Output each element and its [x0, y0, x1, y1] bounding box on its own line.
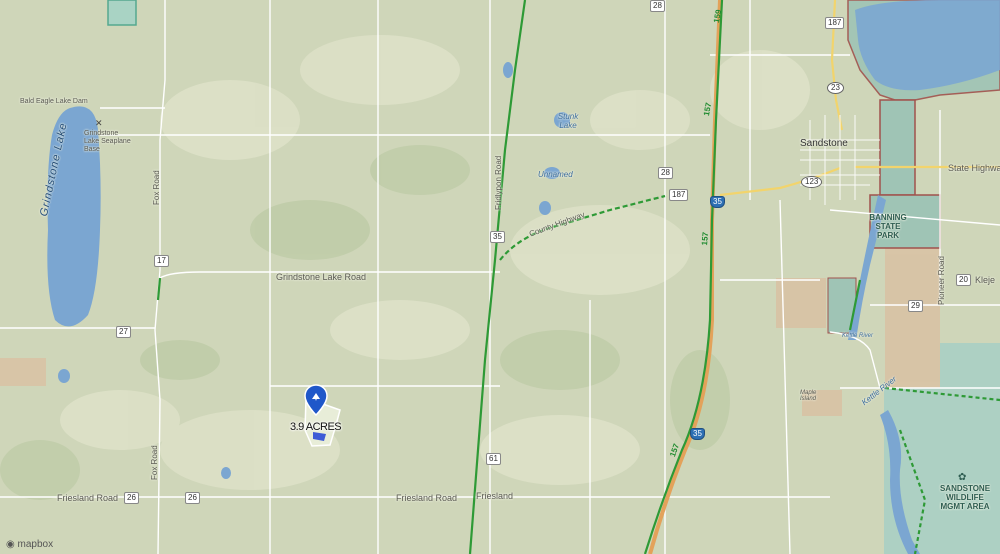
- label-grindstone-lake-road: Grindstone Lake Road: [276, 272, 367, 282]
- shield-route-35-west: 35: [490, 231, 505, 243]
- shield-interstate-35-north: 35: [710, 196, 725, 208]
- shield-route-29: 29: [908, 300, 923, 312]
- wildlife-area-icon: ✿: [958, 472, 967, 483]
- shield-route-26-west: 26: [124, 492, 139, 504]
- shield-route-26-east: 26: [185, 492, 200, 504]
- property-acreage-label: 3.9 ACRES: [290, 421, 342, 433]
- shield-route-187-top: 187: [825, 17, 845, 29]
- label-maple-island: Maple Island: [800, 390, 817, 402]
- town-grid: [800, 115, 880, 205]
- label-sandstone-wildlife-mgmt-area: SANDSTONE WILDLIFE MGMT AREA: [939, 484, 991, 511]
- label-bald-eagle-lake-dam: Bald Eagle Lake Dam: [20, 98, 88, 105]
- shield-route-23: 23: [827, 82, 844, 94]
- shield-route-28-mid: 28: [658, 167, 673, 179]
- label-pioneer-road: Pioneer Road: [937, 256, 946, 305]
- property-location-pin-icon[interactable]: [304, 384, 328, 416]
- seaplane-icon: ✕: [95, 118, 103, 128]
- label-fridlypon-road: Fridlypon Road: [494, 155, 503, 210]
- label-sandstone: Sandstone: [800, 138, 848, 149]
- label-friesland-road-west: Friesland Road: [57, 493, 119, 503]
- mapbox-logo-icon: ◉: [6, 539, 15, 550]
- shield-route-20: 20: [956, 274, 971, 286]
- trail-label-157-mid: 157: [700, 231, 711, 246]
- shield-route-28-top: 28: [650, 0, 665, 12]
- label-unnamed-lake: Unnamed: [538, 170, 573, 179]
- label-banning-state-park: BANNING STATE PARK: [869, 213, 907, 240]
- shield-route-17: 17: [154, 255, 169, 267]
- label-stunk-lake: Stunk Lake: [557, 112, 579, 130]
- shield-route-27: 27: [116, 326, 131, 338]
- shield-route-187-mid: 187: [669, 189, 689, 201]
- label-fox-road-north: Fox Road: [152, 170, 161, 205]
- label-kleje: Kleje: [975, 275, 996, 285]
- label-fox-road-south: Fox Road: [150, 445, 159, 480]
- shield-route-61: 61: [486, 453, 501, 465]
- parcel-areas: [0, 248, 940, 416]
- label-friesland-road-east: Friesland Road: [396, 493, 458, 503]
- map-canvas[interactable]: Bald Eagle Lake Dam ✕ Grindstone Lake Se…: [0, 0, 1000, 554]
- mapbox-logo[interactable]: ◉ mapbox: [6, 539, 53, 550]
- mapbox-attribution-text: mapbox: [17, 539, 54, 550]
- label-state-highway: State Highway: [948, 163, 1000, 173]
- label-friesland: Friesland: [476, 491, 514, 501]
- shield-interstate-35-south: 35: [690, 428, 705, 440]
- label-seaplane-base: Grindstone Lake Seaplane Base: [84, 130, 131, 153]
- label-kettle-river-small: Kettle River: [842, 333, 874, 339]
